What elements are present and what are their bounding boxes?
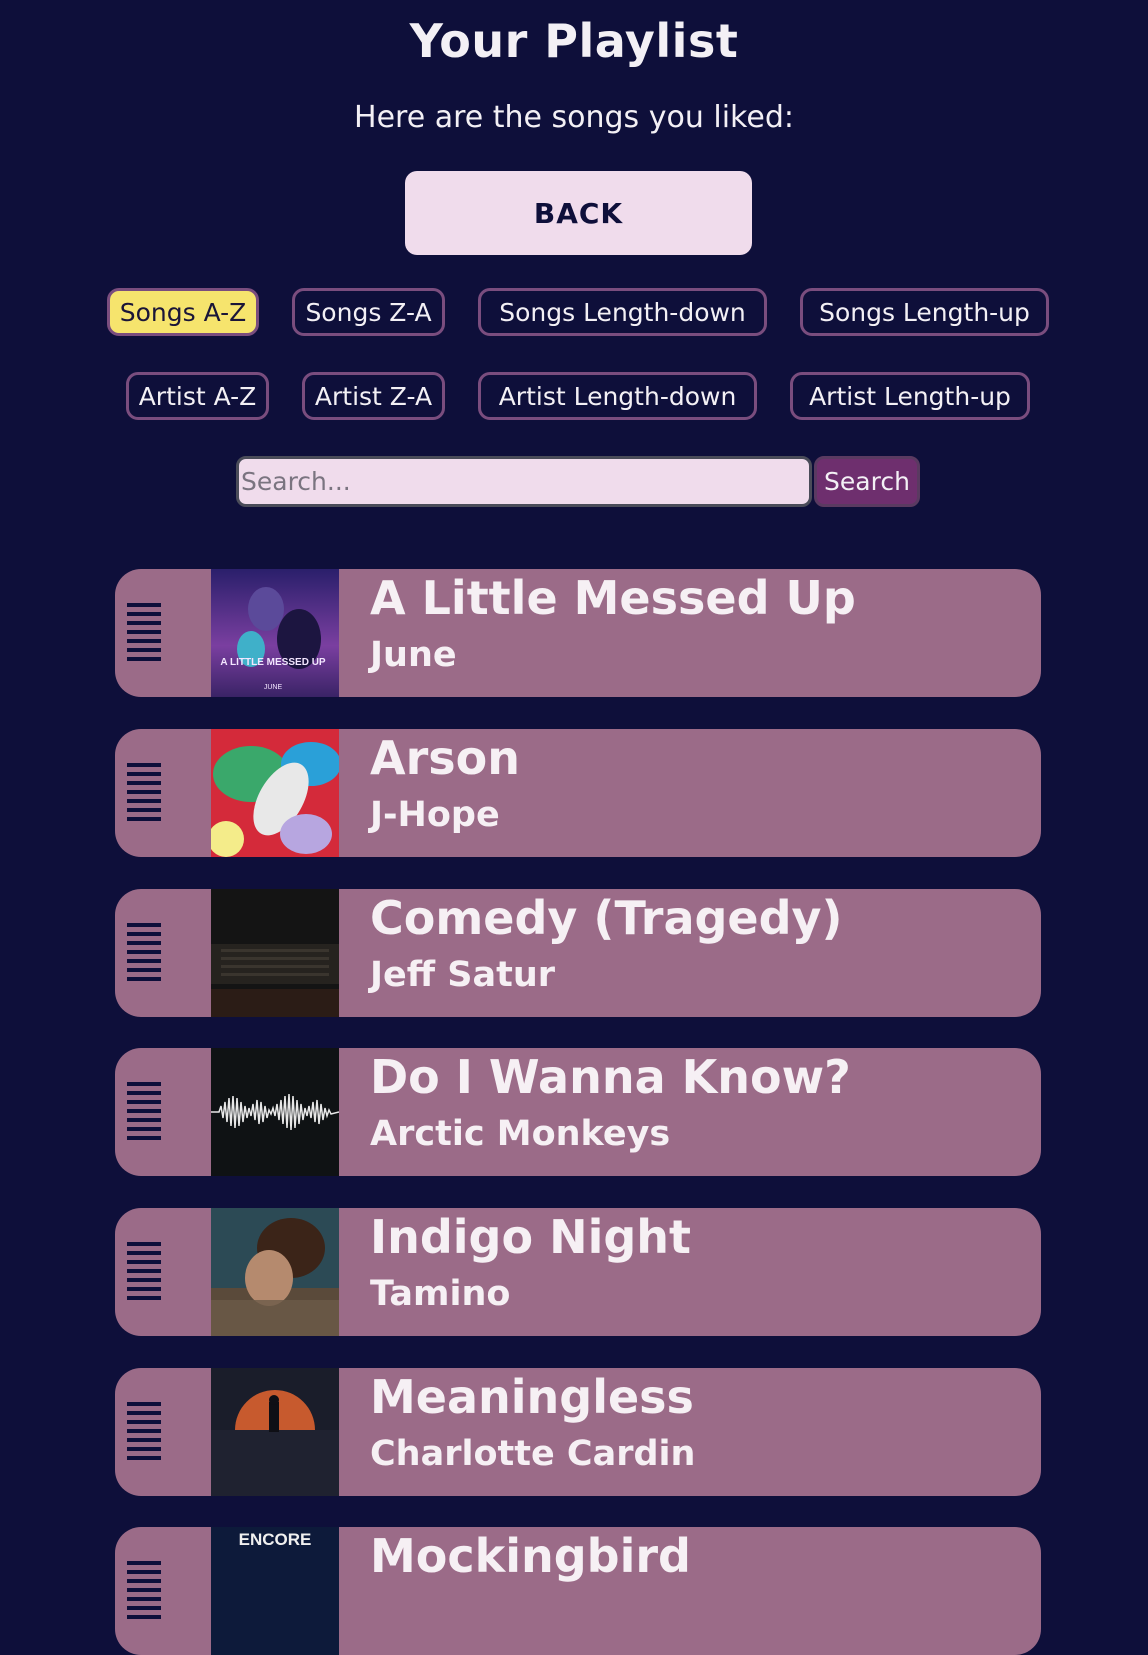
album-cover	[211, 1368, 339, 1496]
album-cover	[211, 729, 339, 857]
drag-handle-icon[interactable]	[127, 763, 161, 821]
song-card[interactable]: Arson J-Hope	[115, 729, 1041, 857]
page-title: Your Playlist	[409, 14, 739, 68]
song-title: Meaningless	[370, 1370, 694, 1424]
search-button[interactable]: Search	[814, 456, 920, 507]
song-card[interactable]: ENCORE Mockingbird	[115, 1527, 1041, 1655]
drag-handle-icon[interactable]	[127, 923, 161, 981]
song-card[interactable]: Comedy (Tragedy) Jeff Satur	[115, 889, 1041, 1017]
song-title: A Little Messed Up	[370, 571, 856, 625]
album-cover: ENCORE	[211, 1527, 339, 1655]
song-artist: J-Hope	[370, 795, 500, 835]
sort-artist-za-button[interactable]: Artist Z-A	[302, 372, 445, 420]
drag-handle-icon[interactable]	[127, 603, 161, 661]
sort-songs-za-button[interactable]: Songs Z-A	[292, 288, 445, 336]
song-title: Do I Wanna Know?	[370, 1050, 851, 1104]
song-title: Indigo Night	[370, 1210, 692, 1264]
song-card[interactable]: Do I Wanna Know? Arctic Monkeys	[115, 1048, 1041, 1176]
drag-handle-icon[interactable]	[127, 1402, 161, 1460]
back-button[interactable]: BACK	[405, 171, 752, 255]
song-artist: June	[370, 635, 457, 675]
song-title: Comedy (Tragedy)	[370, 891, 843, 945]
sort-songs-length-down-button[interactable]: Songs Length-down	[478, 288, 767, 336]
cover-text: ENCORE	[239, 1530, 312, 1549]
page-subtitle: Here are the songs you liked:	[354, 100, 794, 135]
album-cover: A LITTLE MESSED UP JUNE	[211, 569, 339, 697]
cover-text: A LITTLE MESSED UP	[220, 657, 326, 668]
song-title: Arson	[370, 731, 521, 785]
song-card[interactable]: Meaningless Charlotte Cardin	[115, 1368, 1041, 1496]
song-artist: Charlotte Cardin	[370, 1434, 696, 1474]
drag-handle-icon[interactable]	[127, 1242, 161, 1300]
search-input[interactable]	[236, 456, 812, 507]
song-card[interactable]: Indigo Night Tamino	[115, 1208, 1041, 1336]
album-cover	[211, 889, 339, 1017]
album-cover	[211, 1208, 339, 1336]
song-artist: Arctic Monkeys	[370, 1114, 671, 1154]
album-cover	[211, 1048, 339, 1176]
sort-artist-length-up-button[interactable]: Artist Length-up	[790, 372, 1030, 420]
sort-songs-az-button[interactable]: Songs A-Z	[107, 288, 259, 336]
song-title: Mockingbird	[370, 1529, 691, 1583]
sort-artist-length-down-button[interactable]: Artist Length-down	[478, 372, 757, 420]
song-artist: Jeff Satur	[370, 955, 556, 995]
song-artist: Tamino	[370, 1274, 511, 1314]
song-card[interactable]: A LITTLE MESSED UP JUNE A Little Messed …	[115, 569, 1041, 697]
sort-artist-az-button[interactable]: Artist A-Z	[126, 372, 269, 420]
sort-songs-length-up-button[interactable]: Songs Length-up	[800, 288, 1049, 336]
drag-handle-icon[interactable]	[127, 1561, 161, 1619]
drag-handle-icon[interactable]	[127, 1082, 161, 1140]
cover-text: JUNE	[264, 684, 283, 691]
